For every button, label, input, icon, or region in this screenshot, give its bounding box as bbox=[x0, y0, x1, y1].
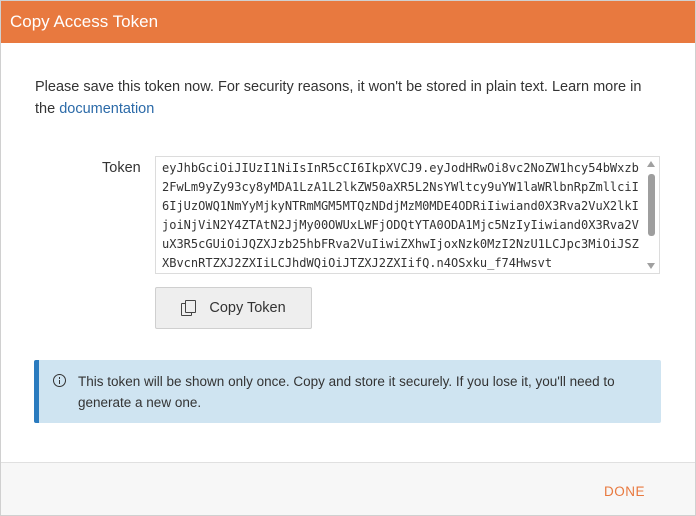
info-text: This token will be shown only once. Copy… bbox=[78, 374, 615, 410]
token-scrollbar[interactable] bbox=[644, 157, 659, 273]
token-row: Token eyJhbGciOiJIUzI1NiIsInR5cCI6IkpXVC… bbox=[35, 156, 661, 329]
done-button[interactable]: DONE bbox=[604, 484, 645, 499]
token-value[interactable]: eyJhbGciOiJIUzI1NiIsInR5cCI6IkpXVCJ9.eyJ… bbox=[156, 157, 659, 273]
scroll-down-arrow-icon[interactable] bbox=[647, 263, 655, 269]
info-icon bbox=[53, 374, 66, 387]
dialog-titlebar: Copy Access Token bbox=[1, 1, 695, 43]
intro-paragraph: Please save this token now. For security… bbox=[35, 76, 665, 120]
documentation-link[interactable]: documentation bbox=[59, 101, 154, 117]
scrollbar-thumb[interactable] bbox=[648, 174, 655, 236]
token-textarea[interactable]: eyJhbGciOiJIUzI1NiIsInR5cCI6IkpXVCJ9.eyJ… bbox=[155, 156, 660, 274]
info-alert: This token will be shown only once. Copy… bbox=[34, 360, 661, 423]
copy-access-token-dialog: Copy Access Token Please save this token… bbox=[0, 0, 696, 516]
dialog-body: Please save this token now. For security… bbox=[1, 76, 695, 329]
token-label: Token bbox=[102, 160, 141, 176]
dialog-footer: DONE bbox=[1, 462, 695, 515]
copy-token-label: Copy Token bbox=[209, 300, 286, 316]
copy-icon bbox=[181, 300, 197, 316]
scroll-up-arrow-icon[interactable] bbox=[647, 161, 655, 167]
copy-token-button[interactable]: Copy Token bbox=[155, 287, 312, 329]
dialog-title: Copy Access Token bbox=[10, 12, 159, 31]
